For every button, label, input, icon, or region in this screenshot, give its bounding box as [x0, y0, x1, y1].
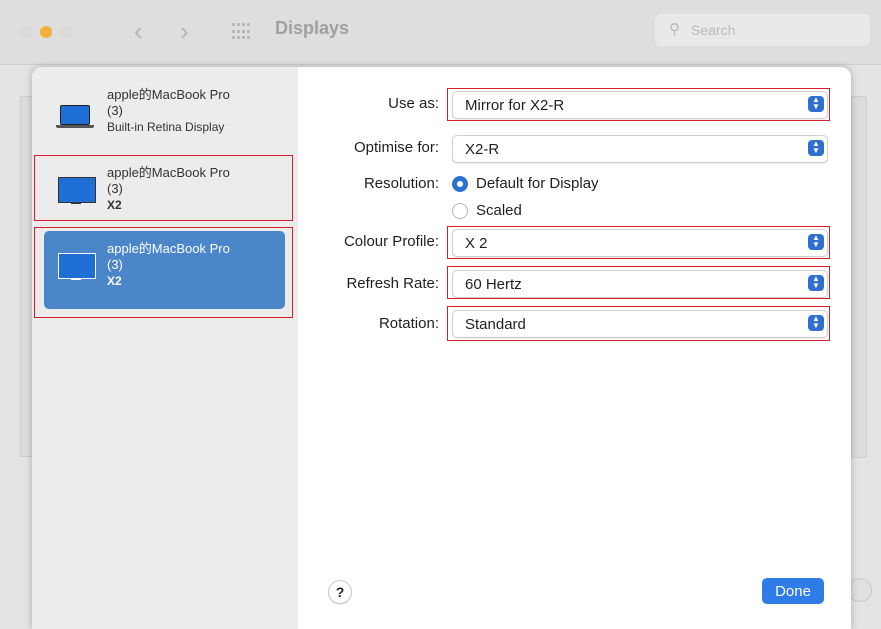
optimise-for-select[interactable]: X2-R ▲ ▼ — [452, 135, 828, 163]
rotation-value: Standard — [465, 316, 526, 333]
search-placeholder: Search — [691, 22, 736, 38]
chevron-updown-icon: ▲ ▼ — [808, 234, 824, 250]
rotation-label: Rotation: — [378, 315, 439, 332]
search-field[interactable]: ⚲ Search — [655, 14, 870, 46]
optimise-for-label: Optimise for: — [353, 139, 439, 156]
forward-button[interactable]: › — [180, 16, 189, 46]
background-help-button — [848, 578, 872, 602]
title-bar: ‹ › Displays ⚲ Search — [0, 0, 881, 65]
zoom-window-button[interactable] — [60, 26, 72, 38]
display-item-x2-selected[interactable]: apple的MacBook Pro (3) X2 — [44, 231, 285, 309]
use-as-select[interactable]: Mirror for X2-R ▲ ▼ — [452, 91, 828, 119]
display-detail: X2 — [107, 274, 122, 288]
display-item-text: apple的MacBook Pro (3) Built-in Retina Di… — [107, 87, 230, 135]
chevron-updown-icon: ▲ ▼ — [808, 275, 824, 291]
display-item-x2[interactable]: apple的MacBook Pro (3) X2 — [44, 155, 285, 233]
chevron-updown-icon: ▲ ▼ — [808, 140, 824, 156]
display-detail: X2 — [107, 198, 122, 212]
display-item-builtin[interactable]: apple的MacBook Pro (3) Built-in Retina Di… — [44, 77, 285, 155]
show-all-grid-icon[interactable] — [232, 23, 250, 41]
displays-sheet: apple的MacBook Pro (3) Built-in Retina Di… — [32, 67, 851, 629]
background-panel-right — [851, 96, 867, 458]
display-index: (3) — [107, 181, 123, 196]
colour-profile-value: X 2 — [465, 235, 488, 252]
rotation-select[interactable]: Standard ▲ ▼ — [452, 310, 828, 338]
refresh-rate-label: Refresh Rate: — [346, 275, 439, 292]
radio-selected-icon — [452, 176, 468, 192]
done-button[interactable]: Done — [762, 578, 824, 604]
resolution-label: Resolution: — [363, 175, 439, 192]
display-name: apple的MacBook Pro — [107, 87, 230, 102]
display-name: apple的MacBook Pro — [107, 241, 230, 256]
back-button[interactable]: ‹ — [134, 16, 143, 46]
display-item-text: apple的MacBook Pro (3) X2 — [107, 165, 230, 213]
colour-profile-label: Colour Profile: — [343, 233, 439, 250]
display-list-sidebar: apple的MacBook Pro (3) Built-in Retina Di… — [32, 67, 298, 629]
resolution-option-label: Default for Display — [476, 175, 599, 192]
colour-profile-select[interactable]: X 2 ▲ ▼ — [452, 229, 828, 257]
search-icon: ⚲ — [669, 21, 680, 38]
laptop-icon — [56, 105, 94, 128]
refresh-rate-select[interactable]: 60 Hertz ▲ ▼ — [452, 270, 828, 298]
resolution-option-label: Scaled — [476, 202, 522, 219]
radio-unselected-icon — [452, 203, 468, 219]
window-title: Displays — [275, 18, 350, 38]
help-button[interactable]: ? — [328, 580, 352, 604]
minimize-window-button[interactable] — [40, 26, 52, 38]
display-index: (3) — [107, 257, 123, 272]
display-item-text: apple的MacBook Pro (3) X2 — [107, 241, 230, 289]
close-window-button[interactable] — [20, 26, 32, 38]
use-as-label: Use as: — [388, 95, 439, 112]
display-index: (3) — [107, 103, 123, 118]
optimise-for-value: X2-R — [465, 141, 500, 158]
chevron-updown-icon: ▲ ▼ — [808, 96, 824, 112]
use-as-value: Mirror for X2-R — [465, 97, 565, 114]
display-detail: Built-in Retina Display — [107, 120, 225, 134]
chevron-updown-icon: ▲ ▼ — [808, 315, 824, 331]
monitor-icon — [58, 177, 96, 204]
monitor-icon — [58, 253, 96, 280]
refresh-rate-value: 60 Hertz — [465, 276, 522, 293]
display-name: apple的MacBook Pro — [107, 165, 230, 180]
